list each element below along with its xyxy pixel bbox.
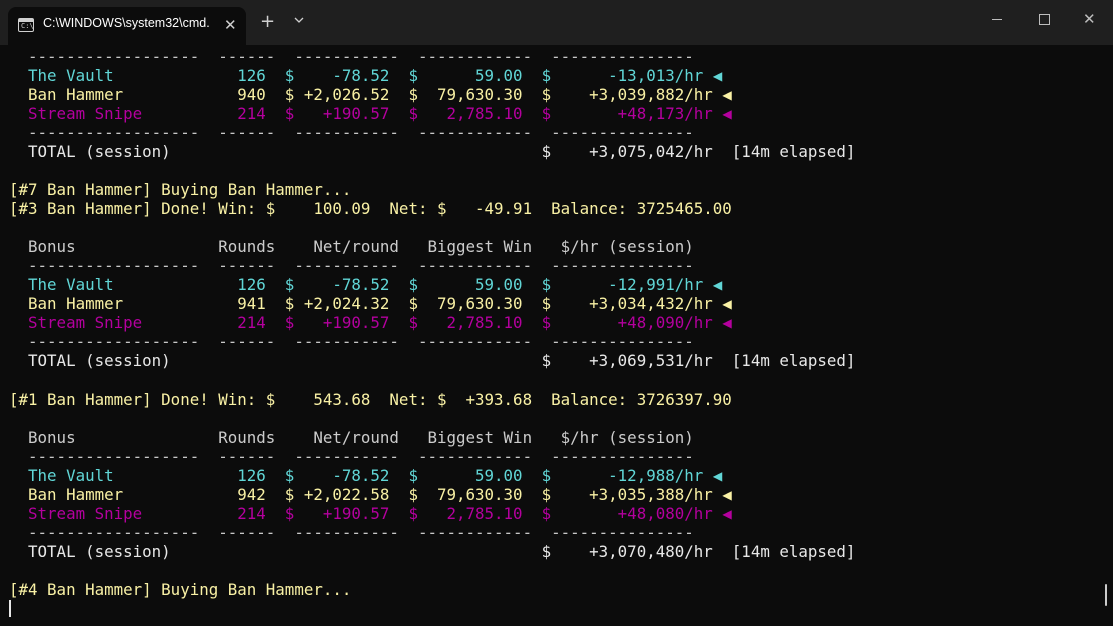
terminal-line: [#3 Ban Hammer] Done! Win: $ 100.09 Net:…: [9, 199, 732, 219]
terminal-line: The Vault 126 $ -78.52 $ 59.00 $ -13,013…: [9, 66, 723, 86]
close-icon: ✕: [1083, 10, 1096, 28]
terminal-output[interactable]: ------------------ ------ ----------- --…: [0, 45, 1113, 626]
cmd-icon: C:\: [18, 18, 34, 32]
terminal-line: [#1 Ban Hammer] Done! Win: $ 543.68 Net:…: [9, 389, 732, 409]
tab-cmd[interactable]: C:\ C:\WINDOWS\system32\cmd. ✕: [8, 7, 246, 45]
terminal-line: ------------------ ------ ----------- --…: [9, 332, 694, 352]
terminal-line: The Vault 126 $ -78.52 $ 59.00 $ -12,988…: [9, 465, 723, 485]
terminal-line: ------------------ ------ ----------- --…: [9, 522, 694, 542]
tab-title: C:\WINDOWS\system32\cmd.: [43, 16, 210, 30]
minimize-button[interactable]: [974, 0, 1020, 40]
new-tab-button[interactable]: +: [260, 11, 275, 33]
tab-close-icon[interactable]: ✕: [224, 16, 237, 34]
terminal-line: [#4 Ban Hammer] Buying Ban Hammer...: [9, 579, 352, 599]
terminal-line: Bonus Rounds Net/round Biggest Win $/hr …: [9, 427, 694, 447]
text-cursor: [9, 600, 11, 617]
terminal-line: [#7 Ban Hammer] Buying Ban Hammer...: [9, 180, 352, 200]
scrollbar[interactable]: [1105, 584, 1107, 606]
terminal-line: Ban Hammer 941 $ +2,024.32 $ 79,630.30 $…: [9, 294, 732, 314]
close-button[interactable]: ✕: [1066, 0, 1112, 40]
terminal-line: ------------------ ------ ----------- --…: [9, 256, 694, 276]
terminal-line: TOTAL (session) $ +3,070,480/hr [14m ela…: [9, 541, 856, 561]
terminal-line: ------------------ ------ ----------- --…: [9, 123, 694, 143]
terminal-line: The Vault 126 $ -78.52 $ 59.00 $ -12,991…: [9, 275, 723, 295]
terminal-line: Bonus Rounds Net/round Biggest Win $/hr …: [9, 237, 694, 257]
terminal-line: Ban Hammer 940 $ +2,026.52 $ 79,630.30 $…: [9, 85, 732, 105]
terminal-line: Stream Snipe 214 $ +190.57 $ 2,785.10 $ …: [9, 104, 732, 124]
maximize-button[interactable]: [1020, 0, 1066, 40]
terminal-line: TOTAL (session) $ +3,069,531/hr [14m ela…: [9, 351, 856, 371]
terminal-line: Stream Snipe 214 $ +190.57 $ 2,785.10 $ …: [9, 313, 732, 333]
chevron-down-icon[interactable]: [292, 13, 306, 27]
terminal-line: ------------------ ------ ----------- --…: [9, 47, 694, 66]
title-bar: C:\ C:\WINDOWS\system32\cmd. ✕ + ✕: [0, 0, 1113, 45]
terminal-line: ------------------ ------ ----------- --…: [9, 446, 694, 466]
terminal-line: TOTAL (session) $ +3,075,042/hr [14m ela…: [9, 142, 856, 162]
terminal-line: Stream Snipe 214 $ +190.57 $ 2,785.10 $ …: [9, 503, 732, 523]
terminal-line: Ban Hammer 942 $ +2,022.58 $ 79,630.30 $…: [9, 484, 732, 504]
